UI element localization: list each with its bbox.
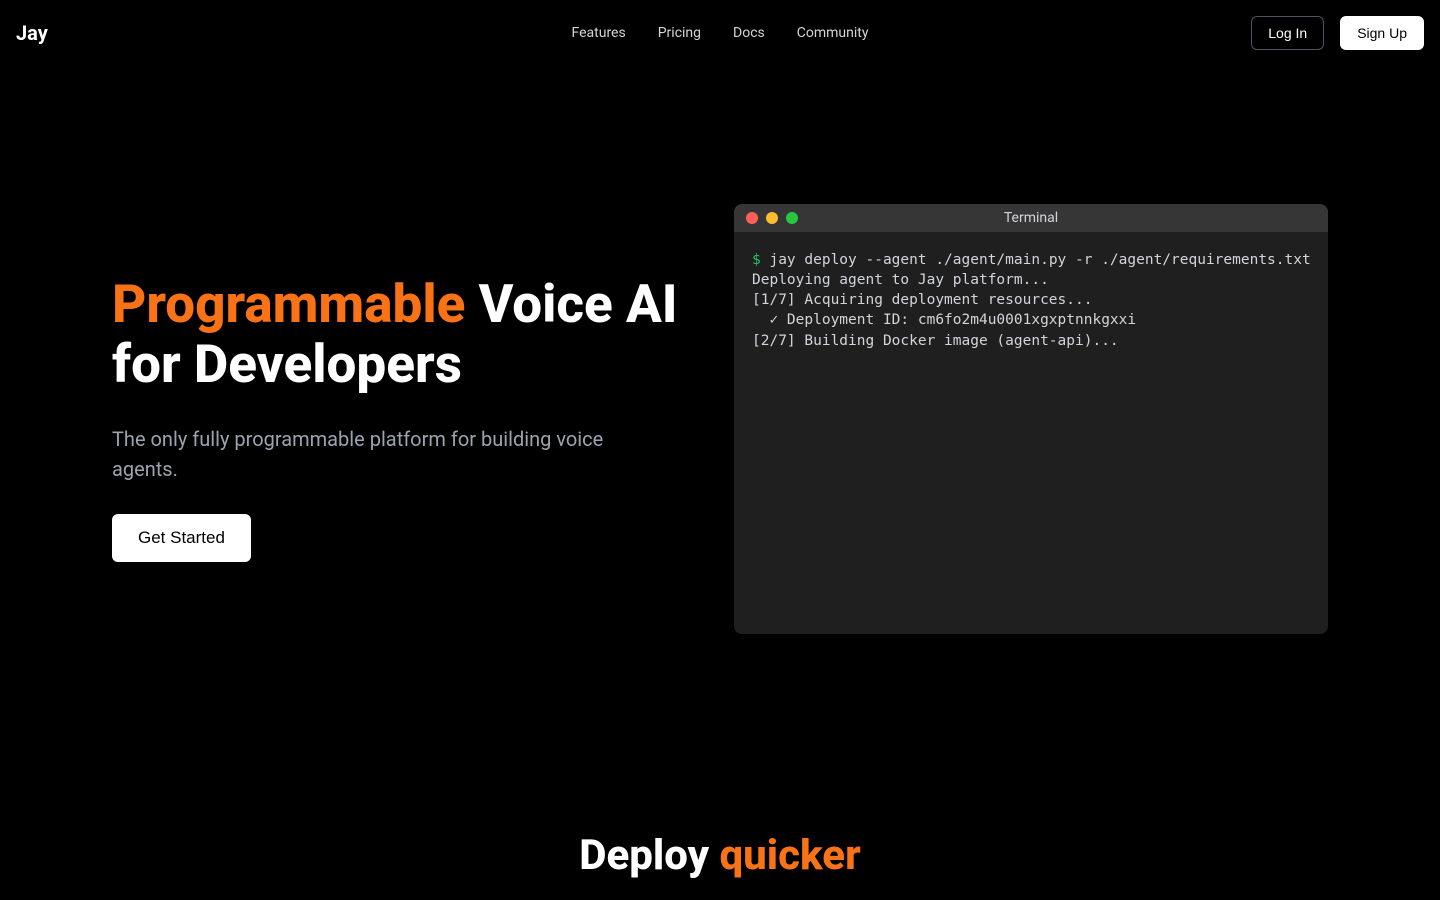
nav-link-pricing[interactable]: Pricing [658,25,701,41]
terminal-prompt: $ [752,252,761,268]
terminal-title: Terminal [1004,210,1058,226]
close-icon[interactable] [746,212,758,224]
terminal-body: $ jay deploy --agent ./agent/main.py -r … [734,232,1328,369]
hero-copy: Programmable Voice AI for Developers The… [112,275,694,562]
hero-cta-row: Get Started [112,514,694,562]
login-button[interactable]: Log In [1251,16,1324,50]
navbar: Jay Features Pricing Docs Community Log … [0,0,1440,66]
brand-logo[interactable]: Jay [16,21,48,45]
get-started-button[interactable]: Get Started [112,514,251,562]
nav-links: Features Pricing Docs Community [572,25,869,41]
hero-terminal-wrap: Terminal $ jay deploy --agent ./agent/ma… [734,204,1328,634]
hero-title: Programmable Voice AI for Developers [112,275,694,394]
maximize-icon[interactable] [786,212,798,224]
nav-link-docs[interactable]: Docs [733,25,765,41]
second-heading: Deploy quicker [0,831,1440,880]
hero-subtitle: The only fully programmable platform for… [112,424,672,484]
nav-link-community[interactable]: Community [797,25,869,41]
nav-auth: Log In Sign Up [1251,16,1424,50]
traffic-lights [746,212,798,224]
second-heading-prefix: Deploy [579,831,719,880]
terminal-command: jay deploy --agent ./agent/main.py -r ./… [761,252,1311,268]
second-heading-accent: quicker [720,831,861,880]
minimize-icon[interactable] [766,212,778,224]
hero-title-accent: Programmable [112,273,465,335]
terminal-window: Terminal $ jay deploy --agent ./agent/ma… [734,204,1328,634]
nav-link-features[interactable]: Features [572,25,626,41]
terminal-titlebar: Terminal [734,204,1328,232]
terminal-output: Deploying agent to Jay platform... [1/7]… [752,272,1136,349]
signup-button[interactable]: Sign Up [1340,16,1424,50]
hero-section: Programmable Voice AI for Developers The… [0,66,1440,771]
